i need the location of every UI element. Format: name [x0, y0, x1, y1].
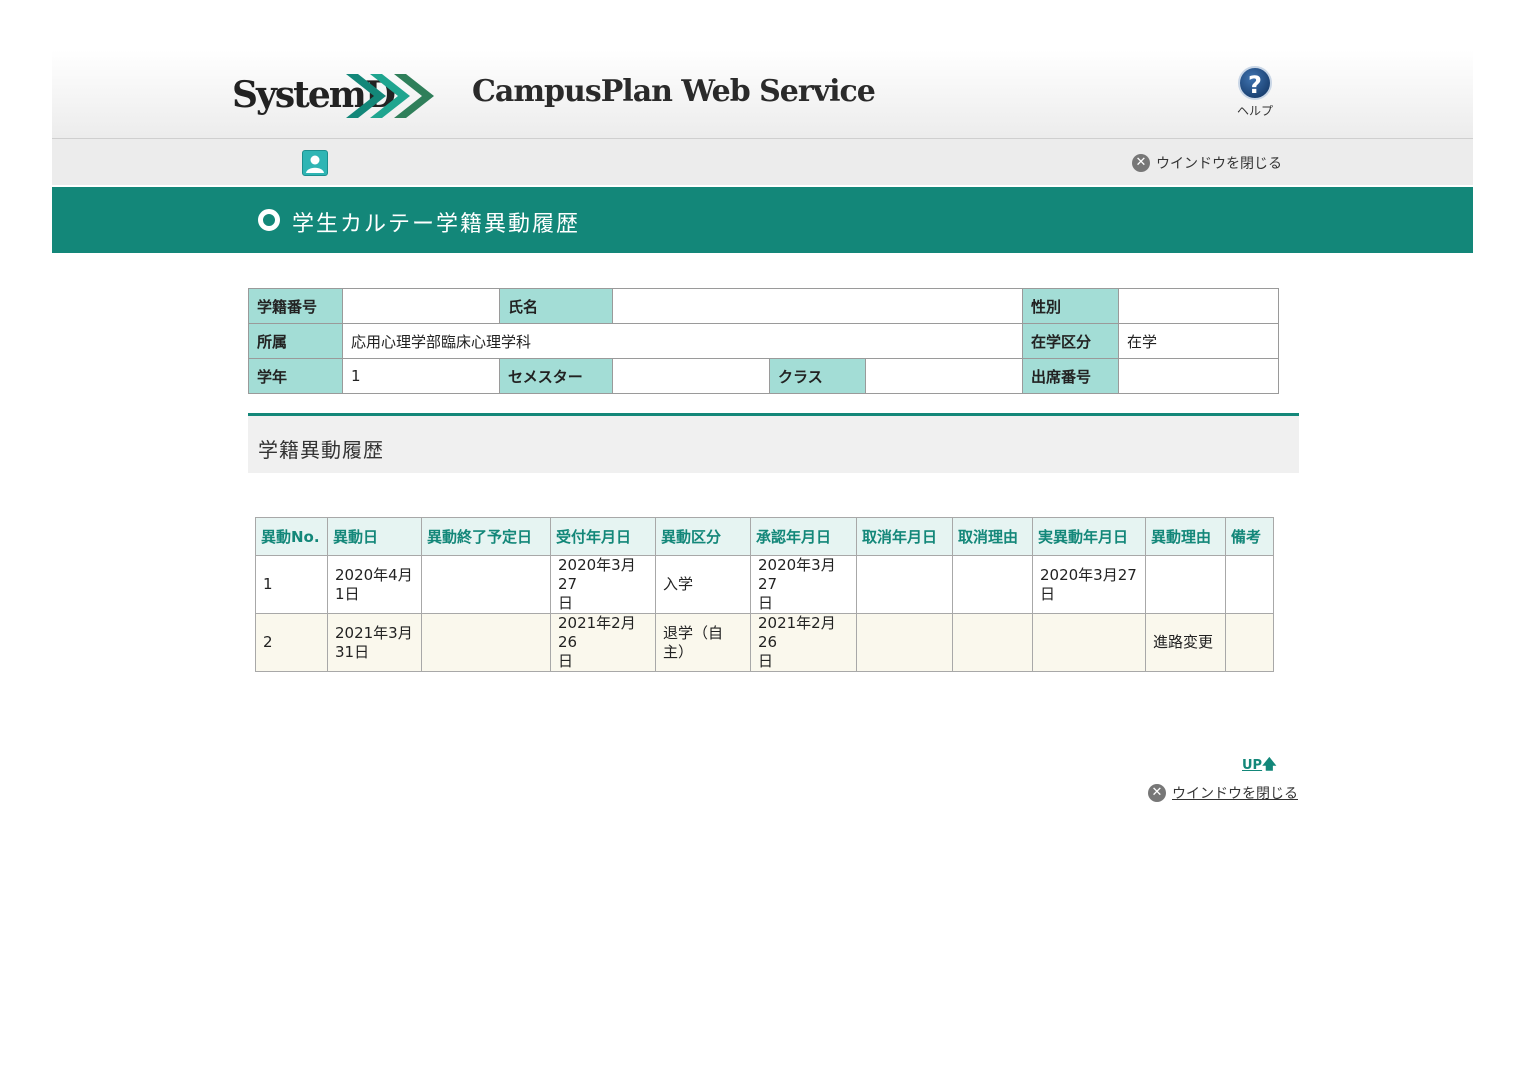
cell-approved: 2021年2月26 日	[750, 613, 857, 672]
circle-bullet-icon	[258, 209, 280, 231]
enrollment-status-value: 在学	[1118, 323, 1279, 359]
student-info-table: 学籍番号 氏名 性別 所属 応用心理学部臨床心理学科 在学区分 在学 学年 1 …	[248, 288, 1279, 394]
user-profile-icon[interactable]	[302, 150, 328, 176]
cell-line: 日	[758, 652, 774, 670]
cell-end-date	[421, 613, 551, 672]
table-header-row: 異動No. 異動日 異動終了予定日 受付年月日 異動区分 承認年月日 取消年月日…	[255, 517, 1274, 556]
page-title: 学生カルテー学籍異動履歴	[292, 212, 581, 237]
close-icon: ✕	[1132, 154, 1150, 172]
cell-line: 入学	[663, 575, 694, 593]
cell-line: 2020年3月27	[558, 556, 636, 593]
cell-kind: 入学	[655, 555, 751, 614]
cell-end-date	[421, 555, 551, 614]
cell-kind: 退学（自 主）	[655, 613, 751, 672]
cell-cancel-date	[856, 613, 953, 672]
attendance-number-value	[1118, 358, 1279, 394]
cell-cancel-reason	[952, 613, 1033, 672]
cell-line: 主）	[663, 642, 694, 661]
class-label: クラス	[769, 358, 866, 394]
systemd-logo: SystemD	[232, 68, 437, 128]
cell-line: 日	[758, 594, 774, 612]
enrollment-history-table: 異動No. 異動日 異動終了予定日 受付年月日 異動区分 承認年月日 取消年月日…	[255, 517, 1274, 672]
header: SystemD CampusPlan Web Service ? ヘルプ	[52, 50, 1473, 139]
gender-label: 性別	[1022, 288, 1119, 324]
cell-reason	[1145, 555, 1226, 614]
close-icon: ✕	[1148, 784, 1166, 802]
section-title: 学籍異動履歴	[258, 438, 384, 462]
name-value	[612, 288, 1023, 324]
cell-note	[1225, 613, 1274, 672]
cell-approved: 2020年3月27 日	[750, 555, 857, 614]
column-header: 異動No.	[255, 517, 328, 556]
column-header: 取消理由	[952, 517, 1033, 556]
semester-label: セメスター	[499, 358, 613, 394]
cell-line: 日	[558, 594, 574, 612]
cell-cancel-date	[856, 555, 953, 614]
cell-line: 2020年3月27	[1040, 565, 1137, 584]
cell-received: 2021年2月26 日	[550, 613, 656, 672]
student-id-label: 学籍番号	[248, 288, 343, 324]
cell-line: 2021年3月	[335, 623, 413, 642]
cell-received: 2020年3月27 日	[550, 555, 656, 614]
cell-line: 2020年4月	[335, 565, 413, 584]
close-window-label[interactable]: ウインドウを閉じる	[1172, 783, 1298, 803]
close-window-link-top[interactable]: ✕ ウインドウを閉じる	[1132, 153, 1282, 173]
grade-value: 1	[342, 358, 500, 394]
column-header: 異動理由	[1145, 517, 1226, 556]
student-id-value	[342, 288, 500, 324]
cell-date: 2020年4月 1日	[327, 555, 422, 614]
cell-line: 31日	[335, 642, 370, 661]
scroll-to-top-link[interactable]: UP🡅	[1242, 754, 1277, 778]
affiliation-value: 応用心理学部臨床心理学科	[342, 323, 1023, 359]
cell-line: 2020年3月27	[758, 556, 836, 593]
cell-note	[1225, 555, 1274, 614]
column-header: 異動終了予定日	[421, 517, 551, 556]
cell-reason: 進路変更	[1145, 613, 1226, 672]
page-frame: SystemD CampusPlan Web Service ? ヘルプ ✕ ウ…	[52, 50, 1473, 253]
class-value	[865, 358, 1023, 394]
column-header: 承認年月日	[750, 517, 857, 556]
affiliation-label: 所属	[248, 323, 343, 359]
section-header: 学籍異動履歴	[248, 413, 1299, 473]
table-row: 1 2020年4月 1日 2020年3月27 日 入学 2020年3月27 日 202…	[255, 555, 1274, 614]
column-header: 異動区分	[655, 517, 751, 556]
column-header: 受付年月日	[550, 517, 656, 556]
cell-line: 日	[1040, 584, 1056, 603]
cell-line: 退学（自	[663, 623, 724, 642]
cell-actual	[1032, 613, 1146, 672]
table-row: 2 2021年3月 31日 2021年2月26 日 退学（自 主） 2021年2月26…	[255, 613, 1274, 672]
person-icon	[306, 155, 324, 173]
gender-value	[1118, 288, 1279, 324]
column-header: 取消年月日	[856, 517, 953, 556]
page-banner: 学生カルテー学籍異動履歴	[52, 187, 1473, 253]
help-label[interactable]: ヘルプ	[1232, 102, 1278, 119]
cell-actual: 2020年3月27 日	[1032, 555, 1146, 614]
cell-line: 2021年2月26	[758, 614, 836, 651]
help-icon[interactable]: ?	[1238, 66, 1272, 100]
grade-label: 学年	[248, 358, 343, 394]
cell-line: 日	[558, 652, 574, 670]
column-header: 異動日	[327, 517, 422, 556]
attendance-number-label: 出席番号	[1022, 358, 1119, 394]
column-header: 実異動年月日	[1032, 517, 1146, 556]
close-window-link-bottom[interactable]: ✕ ウインドウを閉じる	[1148, 783, 1298, 803]
enrollment-status-label: 在学区分	[1022, 323, 1119, 359]
cell-no: 2	[255, 613, 328, 672]
cell-line: 2021年2月26	[558, 614, 636, 651]
column-header: 備考	[1225, 517, 1274, 556]
cell-date: 2021年3月 31日	[327, 613, 422, 672]
help-button[interactable]: ? ヘルプ	[1232, 66, 1278, 119]
close-window-label[interactable]: ウインドウを閉じる	[1156, 153, 1282, 173]
logo-chevrons-icon	[346, 74, 434, 118]
up-arrow-icon[interactable]: 🡅	[1262, 754, 1276, 778]
name-label: 氏名	[499, 288, 613, 324]
toolbar: ✕ ウインドウを閉じる	[52, 139, 1473, 187]
semester-value	[612, 358, 770, 394]
cell-cancel-reason	[952, 555, 1033, 614]
up-label[interactable]: UP	[1242, 758, 1262, 773]
cell-line: 1日	[335, 584, 360, 603]
app-title: CampusPlan Web Service	[472, 74, 876, 109]
cell-no: 1	[255, 555, 328, 614]
